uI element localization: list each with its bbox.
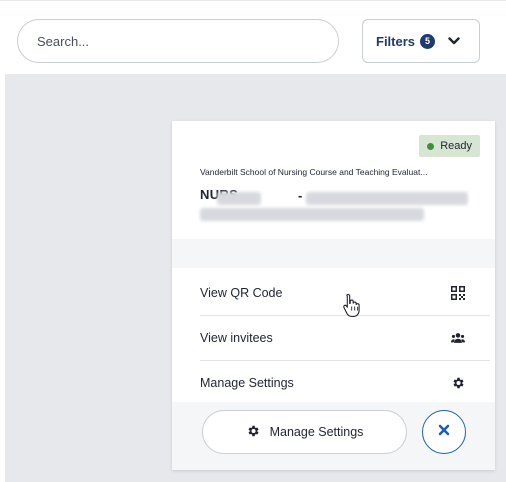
filters-label: Filters (376, 33, 416, 49)
manage-settings-label: Manage Settings (269, 425, 364, 439)
menu-item-label: Manage Settings (200, 376, 294, 390)
filters-count-badge: 5 (420, 33, 436, 49)
search-box[interactable] (17, 19, 339, 63)
gear-icon (451, 376, 465, 390)
menu-item-label: View invitees (200, 331, 273, 345)
close-button[interactable] (422, 410, 466, 454)
redacted-text (217, 192, 261, 205)
menu-item-label: View QR Code (200, 285, 283, 300)
status-dot-icon (427, 142, 435, 150)
toolbar: Filters 5 (0, 0, 506, 74)
search-input[interactable] (37, 33, 319, 49)
redacted-text (306, 192, 468, 205)
status-label: Ready (440, 140, 472, 152)
gear-icon (246, 424, 260, 441)
redacted-text (200, 208, 424, 221)
filters-button[interactable]: Filters 5 (362, 19, 480, 63)
menu-item-view-invitees[interactable]: View invitees (200, 315, 490, 360)
qr-code-icon (451, 285, 465, 300)
menu-item-manage-settings[interactable]: Manage Settings (200, 360, 490, 405)
survey-title: Vanderbilt School of Nursing Course and … (200, 167, 428, 177)
survey-card: Ready Vanderbilt School of Nursing Cours… (172, 121, 495, 470)
hand-pointer-cursor-icon (342, 293, 362, 317)
course-separator: - (298, 188, 303, 203)
status-badge: Ready (419, 135, 480, 157)
survey-card-header: Ready Vanderbilt School of Nursing Cours… (172, 121, 495, 239)
manage-settings-button[interactable]: Manage Settings (202, 410, 407, 454)
close-icon (438, 423, 450, 441)
actions-menu: View QR Code View invitees Manage Settin… (172, 268, 495, 402)
chevron-down-icon (447, 34, 461, 48)
users-icon (451, 331, 465, 345)
